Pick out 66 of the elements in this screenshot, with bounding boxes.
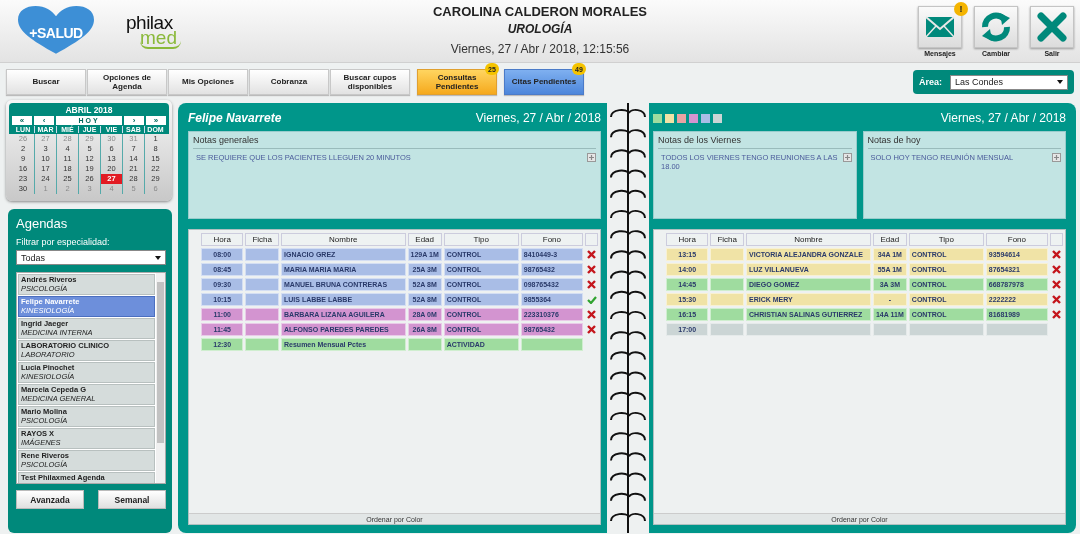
cancelled-icon [1052,295,1062,304]
column-header[interactable]: Hora [201,233,244,246]
next-month-button[interactable]: › [124,116,144,125]
cancelled-icon [1052,250,1062,259]
nav-button[interactable]: Cobranza [249,69,329,95]
cancelled-icon [587,250,596,259]
color-legend-swatch[interactable] [653,113,662,123]
add-note-icon[interactable] [587,153,596,162]
nav-button[interactable]: Buscar [6,69,86,95]
doctor-name: Felipe Navarrete [188,111,282,125]
color-legend-swatch[interactable] [713,113,722,123]
previous-month-button[interactable]: ‹ [34,116,54,125]
nav-button[interactable]: Buscar cupos disponibles [330,69,410,95]
page-date: Viernes, 27 / Abr / 2018 [940,111,1066,125]
panel-title: Agendas [16,216,69,231]
column-header[interactable]: Nombre [281,233,406,246]
column-header[interactable]: Nombre [746,233,871,246]
cancelled-icon [1052,265,1062,274]
add-note-icon[interactable] [1052,153,1061,162]
specialty-select[interactable]: Todas [16,250,166,265]
notes-title: Notas generales [193,135,596,149]
color-legend-swatch[interactable] [677,113,686,123]
column-header[interactable]: Edad [872,233,907,246]
column-header[interactable]: Tipo [443,233,519,246]
column-header[interactable]: Tipo [908,233,984,246]
color-legend-swatch[interactable] [701,113,710,123]
column-header[interactable]: Hora [666,233,709,246]
cancelled-icon [587,280,596,289]
current-datetime: Viernes, 27 / Abr / 2018, 12:15:56 [450,42,630,56]
user-name: CAROLINA CALDERON MORALES [433,4,647,19]
dropdown-caret-icon [155,255,161,260]
view-button[interactable]: Avanzada [16,490,84,509]
cancelled-icon [587,325,596,334]
color-legend-swatch[interactable] [665,113,674,123]
column-header[interactable]: Ficha [710,233,744,246]
color-legend-swatch[interactable] [689,113,698,123]
cancelled-icon [1052,280,1062,289]
column-header[interactable]: Fono [985,233,1049,246]
previous-year-button[interactable]: « [12,116,32,125]
envelope-icon [925,15,955,38]
area-select[interactable]: Las Condes [950,74,1068,90]
confirmed-check-icon [586,295,597,304]
notes-title: Notas de los Viernes [658,135,852,149]
month-title: ABRIL 2018 [64,105,114,115]
filter-label: Filtrar por especialidad: [16,237,111,247]
dropdown-caret-icon [1057,80,1063,84]
view-button[interactable]: Semanal [98,490,166,509]
column-header[interactable]: Edad [407,233,442,246]
notes-title: Notas de hoy [867,135,1061,149]
user-specialty: UROLOGÍA [507,22,573,36]
next-year-button[interactable]: » [146,116,166,125]
nav-button[interactable]: Opciones de Agenda [87,69,167,95]
cancelled-icon [587,310,596,319]
page-date: Viernes, 27 / Abr / 2018 [475,111,601,125]
scrollbar[interactable] [156,273,165,483]
close-icon [1037,11,1067,42]
column-header[interactable]: Fono [520,233,584,246]
logo-text: +SALUD [29,25,83,41]
nav-button[interactable]: Mis Opciones [168,69,248,95]
area-label: Área: [919,77,942,87]
cancelled-icon [587,265,596,274]
cancelled-icon [1052,310,1062,319]
notification-badge: ! [954,1,968,16]
column-header[interactable]: Ficha [245,233,279,246]
brand-logo-accent: med [140,28,181,49]
add-note-icon[interactable] [842,153,852,162]
